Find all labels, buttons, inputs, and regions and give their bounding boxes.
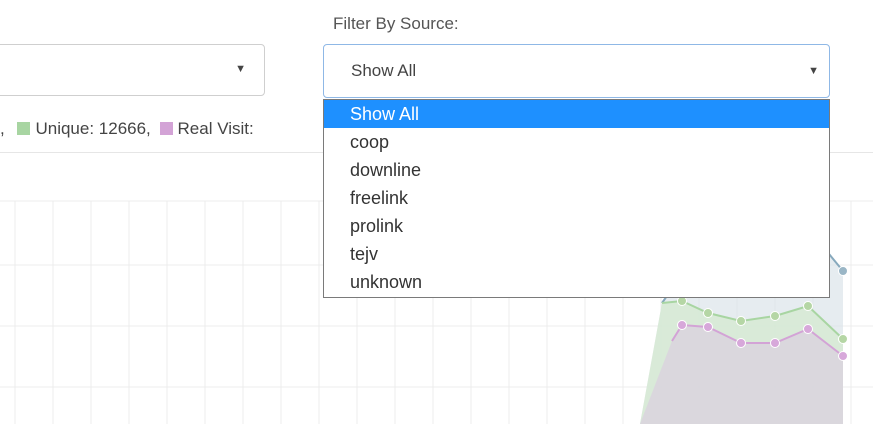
unique-point	[736, 316, 746, 326]
unique-swatch	[17, 122, 31, 135]
real-visit-point	[838, 351, 848, 361]
legend-prefix: ,	[0, 119, 5, 138]
real-visit-point	[803, 324, 813, 334]
source-dropdown-list[interactable]: Show All coop downline freelink prolink tejv u…	[323, 99, 830, 298]
legend-real-visit: Real Visit:	[177, 119, 254, 138]
dropdown-option-tejv[interactable]: tejv	[324, 240, 829, 268]
real-visit-point	[770, 338, 780, 348]
dropdown-option-show-all[interactable]: Show All	[324, 100, 829, 128]
unique-point	[703, 308, 713, 318]
chart-legend: , Unique: 12666, Real Visit:	[0, 119, 254, 139]
left-select[interactable]: ▼	[0, 44, 265, 96]
real-visit-swatch	[159, 122, 173, 135]
dropdown-option-coop[interactable]: coop	[324, 128, 829, 156]
selected-value: Show All	[351, 61, 417, 80]
filter-by-source-label: Filter By Source:	[333, 14, 459, 33]
unique-point	[803, 301, 813, 311]
unique-point	[770, 311, 780, 321]
dropdown-option-downline[interactable]: downline	[324, 156, 829, 184]
chevron-down-icon: ▼	[235, 63, 246, 75]
real-visit-point	[703, 322, 713, 332]
legend-unique: Unique: 12666,	[35, 119, 151, 138]
dropdown-option-unknown[interactable]: unknown	[324, 268, 829, 296]
dropdown-option-prolink[interactable]: prolink	[324, 212, 829, 240]
dropdown-option-freelink[interactable]: freelink	[324, 184, 829, 212]
chevron-down-icon: ▼	[808, 65, 819, 77]
real-visit-point	[677, 320, 687, 330]
real-visit-point	[736, 338, 746, 348]
unique-point	[838, 334, 848, 344]
filter-source-select[interactable]: Show All ▼	[323, 44, 830, 98]
total-point	[838, 266, 848, 276]
